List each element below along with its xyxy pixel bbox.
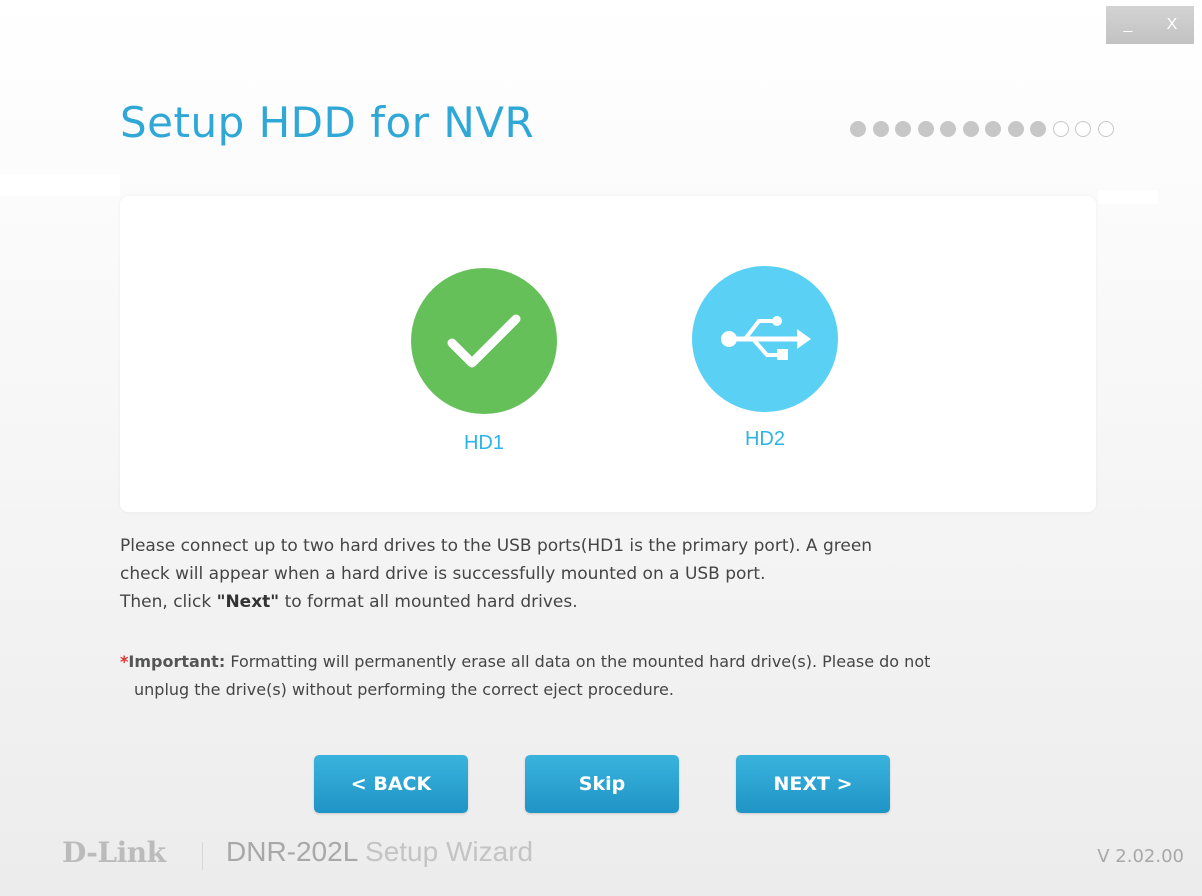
step-dot-completed [962,121,979,137]
minimize-button[interactable]: _ [1108,16,1148,34]
instructions-text: Please connect up to two hard drives to … [120,532,1080,616]
back-button[interactable]: < BACK [314,755,468,813]
product-name: DNR-202L Setup Wizard [226,836,533,868]
usb-icon [721,316,811,360]
important-notice: *Important: Formatting will permanently … [120,648,1080,704]
drive-hd2-status-circle [692,266,838,412]
product-model: DNR-202L [226,836,358,867]
instructions-line: check will appear when a hard drive is s… [120,564,766,584]
window-controls: _ X [1106,6,1194,44]
important-label: Important: [128,652,226,671]
close-button[interactable]: X [1152,16,1192,34]
check-icon [447,314,521,368]
drive-hd1-label: HD1 [463,432,504,454]
decorative-strip-right [1098,190,1158,204]
step-dot-completed [1007,121,1024,137]
step-progress-indicator [850,121,1122,141]
next-button[interactable]: NEXT > [736,755,890,813]
dlink-logo: D-Link [62,836,166,869]
drive-hd2: HD2 [685,266,845,451]
step-dot-completed [940,121,956,137]
product-wizard-label: Setup Wizard [365,836,534,867]
drive-status-panel: HD1 HD2 [120,196,1096,512]
instructions-suffix: to format all mounted hard drives. [279,592,578,612]
instructions-line: Then, click "Next" to format all mounted… [120,588,1080,616]
decorative-strip-left [0,174,120,196]
instructions-next-keyword: "Next" [216,592,280,612]
instructions-prefix: Then, click [120,592,217,612]
instructions-line: Please connect up to two hard drives to … [120,536,873,556]
important-text: Formatting will permanently erase all da… [230,652,931,671]
step-dot-completed [985,121,1001,137]
step-dot-completed [872,121,889,137]
page-title: Setup HDD for NVR [120,98,535,147]
version-label: V 2.02.00 [1097,846,1184,867]
step-dot-pending [1097,121,1114,137]
step-dot-pending [1075,121,1091,137]
step-dot-pending [1052,121,1069,137]
step-dot-completed [1030,121,1046,137]
important-text-continued: unplug the drive(s) without performing t… [134,680,674,699]
step-dot-completed [850,121,866,137]
drive-hd1: HD1 [404,268,564,455]
drive-hd2-label: HD2 [744,428,785,450]
footer-divider [202,842,203,870]
drive-hd1-status-circle [411,268,557,414]
step-dot-completed [895,121,911,137]
step-dot-completed [917,121,934,137]
skip-button[interactable]: Skip [525,755,679,813]
